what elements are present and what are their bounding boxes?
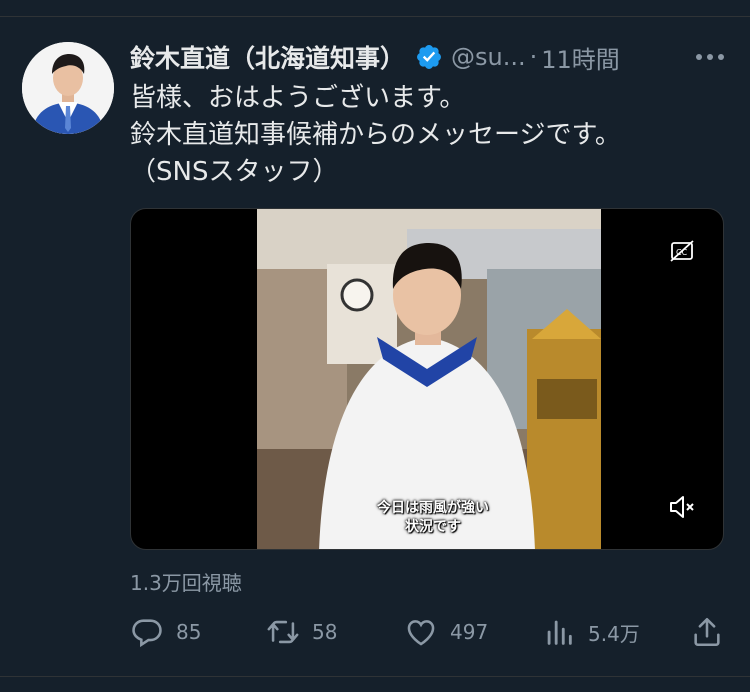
retweet-icon — [267, 620, 299, 644]
action-bar: 85 58 497 5.4万 — [130, 612, 730, 652]
previous-tweet-divider — [0, 0, 750, 17]
author-name[interactable]: 鈴木直道（北海道知事） — [130, 39, 405, 75]
retweet-button[interactable]: 58 — [266, 612, 337, 652]
reply-count: 85 — [176, 620, 202, 644]
video-caption-line: 状況です — [405, 519, 461, 535]
share-icon — [694, 617, 720, 647]
reply-button[interactable]: 85 — [130, 612, 201, 652]
author-handle[interactable]: @su... — [451, 43, 526, 71]
tweet-text-line: 皆様、おはようございます。 — [130, 83, 466, 113]
verified-badge-icon — [417, 45, 441, 69]
video-caption-line: 今日は雨風が強い — [377, 500, 489, 516]
mute-icon[interactable] — [668, 494, 698, 520]
view-count: 1.3万回視聴 — [130, 571, 242, 595]
tweet-text-line: （SNSスタッフ） — [130, 157, 339, 187]
video-caption: 今日は雨風が強い 状況です — [363, 499, 503, 537]
like-icon — [407, 620, 435, 646]
closed-caption-icon[interactable]: CC — [670, 240, 694, 262]
avatar-photo — [22, 42, 114, 134]
retweet-count: 58 — [312, 620, 338, 644]
tweet-divider — [0, 676, 750, 677]
reply-icon — [132, 619, 162, 648]
tweet-timestamp[interactable]: 11時間 — [541, 40, 620, 75]
share-button[interactable] — [690, 612, 724, 652]
separator-dot: · — [529, 43, 538, 71]
avatar[interactable] — [22, 42, 114, 134]
tweet-text-line: 鈴木直道知事候補からのメッセージです。 — [130, 120, 621, 150]
tweet-header: 鈴木直道（北海道知事） @su... · 11時間 — [130, 36, 730, 78]
video-player[interactable]: 今日は雨風が強い 状況です CC — [130, 208, 724, 550]
tweet-text: 皆様、おはようございます。 鈴木直道知事候補からのメッセージです。 （SNSスタ… — [130, 80, 730, 191]
more-options-icon — [696, 54, 724, 60]
like-count: 497 — [450, 620, 489, 644]
analytics-button[interactable]: 5.4万 — [542, 612, 640, 652]
analytics-icon — [547, 620, 572, 645]
analytics-count: 5.4万 — [588, 621, 640, 646]
more-options-button[interactable] — [693, 42, 727, 72]
like-button[interactable]: 497 — [404, 612, 488, 652]
